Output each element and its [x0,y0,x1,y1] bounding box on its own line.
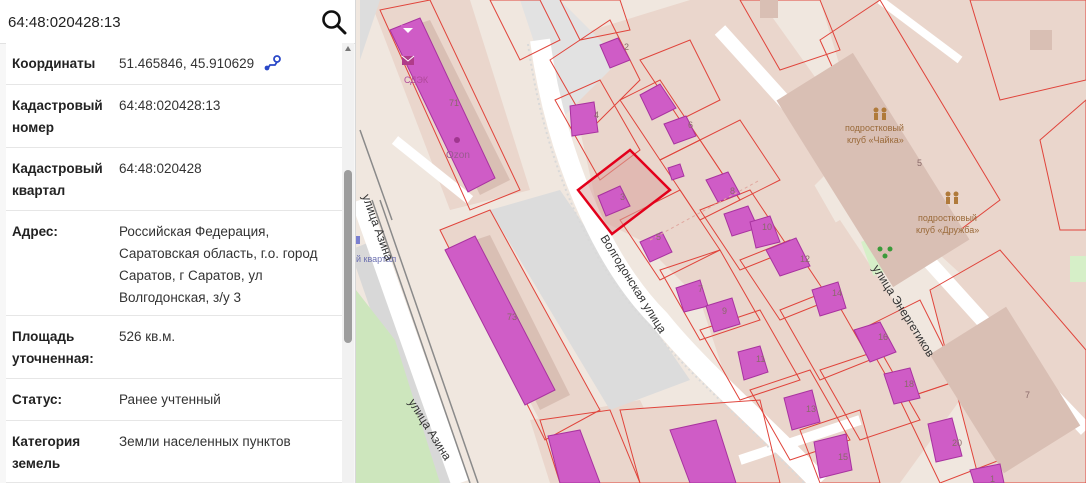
svg-text:подростковый: подростковый [845,123,904,133]
row-area: Площадь уточненная: 526 кв.м. [6,316,342,379]
svg-text:13: 13 [806,404,816,414]
svg-text:71: 71 [449,98,459,108]
svg-text:3: 3 [620,192,625,202]
row-value: 64:48:020428 [119,161,202,176]
scroll-up-arrow-icon[interactable] [345,46,351,51]
svg-text:20: 20 [952,438,962,448]
svg-text:12: 12 [800,254,810,264]
search-input[interactable] [8,10,298,34]
coordinates-value: 51.465846, 45.910629 [119,56,255,71]
svg-text:клуб «Дружба»: клуб «Дружба» [916,225,979,235]
svg-text:73: 73 [507,312,517,322]
svg-text:10: 10 [762,222,772,232]
svg-text:6: 6 [688,120,693,130]
svg-text:16: 16 [878,332,888,342]
route-icon[interactable] [264,55,282,71]
search-bar [0,0,355,44]
row-label: Кадастровый квартал [12,161,103,198]
scrollbar-thumb[interactable] [344,170,352,343]
row-land-category: Категория земель Земли населенных пункто… [6,421,342,483]
ozon-marker-icon [454,137,460,143]
svg-text:5: 5 [917,158,922,168]
svg-text:2: 2 [624,42,629,52]
row-value: 51.465846, 45.910629 [119,53,336,75]
info-list: Координаты 51.465846, 45.910629 Кадастро… [6,43,342,483]
sdek-icon [401,25,415,37]
svg-text:11: 11 [756,354,765,364]
row-label: Статус: [12,392,62,407]
row-cadastral-number: Кадастровый номер 64:48:020428:13 [6,85,342,148]
row-label: Кадастровый номер [12,98,103,135]
row-label: Адрес: [12,224,58,239]
svg-text:8: 8 [730,186,735,196]
row-value: Российская Федерация, Саратовская област… [119,224,318,305]
row-cadastral-quarter: Кадастровый квартал 64:48:020428 [6,148,342,211]
svg-text:1: 1 [990,474,995,483]
scrollbar[interactable] [342,43,354,483]
svg-text:клуб «Чайка»: клуб «Чайка» [847,135,904,145]
search-icon[interactable] [321,9,347,35]
svg-text:18: 18 [904,379,914,389]
row-status: Статус: Ранее учтенный [6,379,342,421]
svg-text:7: 7 [1025,390,1030,400]
svg-text:15: 15 [838,452,848,462]
row-label: Площадь уточненная: [12,329,94,366]
svg-text:4: 4 [594,110,599,120]
row-value: 64:48:020428:13 [119,98,221,113]
row-label: Категория земель [12,434,81,471]
row-value: Ранее учтенный [119,392,221,407]
row-value: 526 кв.м. [119,329,176,344]
svg-text:подростковый: подростковый [918,213,977,223]
row-label: Координаты [12,56,96,71]
svg-text:7: 7 [698,284,703,294]
svg-text:9: 9 [722,306,727,316]
info-panel: Координаты 51.465846, 45.910629 Кадастро… [0,0,356,483]
row-value: Земли населенных пунктов [119,434,291,449]
row-coordinates: Координаты 51.465846, 45.910629 [6,43,342,85]
svg-text:5: 5 [656,232,661,242]
svg-text:СДЭК: СДЭК [404,75,429,85]
svg-text:14: 14 [832,288,842,298]
row-address: Адрес: Российская Федерация, Саратовская… [6,211,342,316]
svg-text:Ozon: Ozon [446,150,470,161]
